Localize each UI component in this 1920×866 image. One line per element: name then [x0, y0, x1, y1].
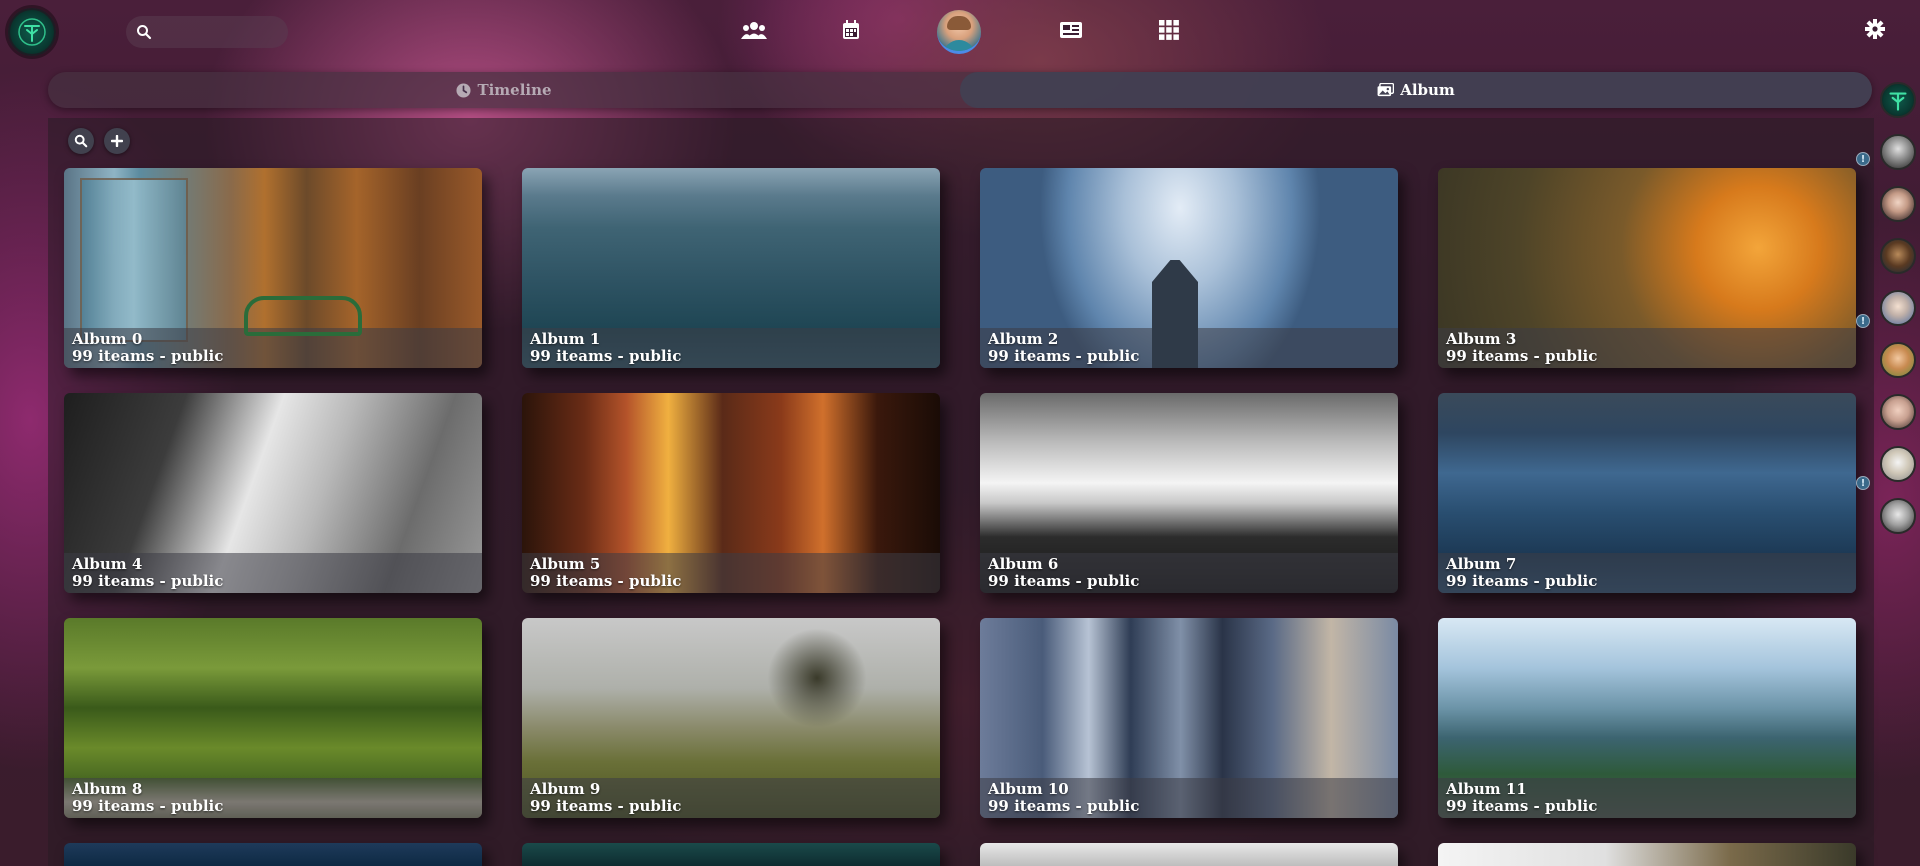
tab-album-label: Album: [1400, 81, 1455, 99]
album-card[interactable]: Album 7 99 iteams - public: [1438, 393, 1856, 593]
album-caption: Album 7 99 iteams - public: [1438, 553, 1856, 593]
album-card[interactable]: Album 8 99 iteams - public: [64, 618, 482, 818]
tab-timeline[interactable]: Timeline: [48, 72, 960, 108]
tree-logo-icon: [1889, 92, 1907, 111]
album-title: Album 1: [530, 330, 601, 348]
users-icon[interactable]: [740, 16, 768, 44]
album-card-partial[interactable]: [1438, 843, 1856, 866]
search-input[interactable]: [160, 24, 280, 40]
album-title: Album 0: [72, 330, 143, 348]
album-caption: Album 2 99 iteams - public: [980, 328, 1398, 368]
album-caption: Album 9 99 iteams - public: [522, 778, 940, 818]
album-meta: 99 iteams - public: [530, 572, 682, 590]
album-card-partial[interactable]: [64, 843, 482, 866]
album-meta: 99 iteams - public: [1446, 797, 1598, 815]
album-title: Album 2: [988, 330, 1059, 348]
contact-avatar[interactable]: [1880, 342, 1916, 378]
album-card[interactable]: Album 0 99 iteams - public: [64, 168, 482, 368]
calendar-icon[interactable]: [837, 16, 865, 44]
global-search[interactable]: [126, 16, 288, 48]
contact-avatar[interactable]: [1880, 446, 1916, 482]
album-meta: 99 iteams - public: [530, 347, 682, 365]
album-meta: 99 iteams - public: [72, 572, 224, 590]
album-title: Album 3: [1446, 330, 1517, 348]
album-search-button[interactable]: [68, 128, 94, 154]
tab-album[interactable]: Album: [960, 72, 1872, 108]
contact-avatar[interactable]: [1880, 134, 1916, 170]
album-card[interactable]: Album 11 99 iteams - public: [1438, 618, 1856, 818]
album-meta: 99 iteams - public: [1446, 572, 1598, 590]
app-logo[interactable]: [8, 8, 56, 56]
contact-avatar[interactable]: [1880, 238, 1916, 274]
notification-badge[interactable]: !: [1856, 314, 1870, 328]
album-caption: Album 4 99 iteams - public: [64, 553, 482, 593]
clock-icon: [456, 82, 471, 98]
newspaper-icon[interactable]: [1057, 16, 1085, 44]
album-meta: 99 iteams - public: [72, 347, 224, 365]
sidebar-logo-avatar[interactable]: [1880, 82, 1916, 118]
contact-avatar[interactable]: [1880, 186, 1916, 222]
album-card-partial[interactable]: [980, 843, 1398, 866]
album-title: Album 8: [72, 780, 143, 798]
notification-badge[interactable]: !: [1856, 476, 1870, 490]
contact-avatar[interactable]: [1880, 290, 1916, 326]
album-card[interactable]: Album 3 99 iteams - public: [1438, 168, 1856, 368]
album-meta: 99 iteams - public: [988, 797, 1140, 815]
album-caption: Album 8 99 iteams - public: [64, 778, 482, 818]
album-caption: Album 6 99 iteams - public: [980, 553, 1398, 593]
album-card[interactable]: Album 5 99 iteams - public: [522, 393, 940, 593]
add-album-button[interactable]: [104, 128, 130, 154]
profile-avatar[interactable]: [937, 10, 981, 54]
contact-avatar[interactable]: [1880, 394, 1916, 430]
view-tabs: Timeline Album: [48, 72, 1872, 108]
album-title: Album 10: [988, 780, 1069, 798]
album-meta: 99 iteams - public: [72, 797, 224, 815]
album-title: Album 6: [988, 555, 1059, 573]
album-meta: 99 iteams - public: [988, 347, 1140, 365]
album-card[interactable]: Album 2 99 iteams - public: [980, 168, 1398, 368]
album-toolbar: [68, 128, 130, 154]
album-meta: 99 iteams - public: [988, 572, 1140, 590]
album-title: Album 11: [1446, 780, 1527, 798]
notification-badge[interactable]: !: [1856, 152, 1870, 166]
album-caption: Album 11 99 iteams - public: [1438, 778, 1856, 818]
album-card-partial[interactable]: [522, 843, 940, 866]
album-card[interactable]: Album 6 99 iteams - public: [980, 393, 1398, 593]
album-caption: Album 5 99 iteams - public: [522, 553, 940, 593]
album-meta: 99 iteams - public: [530, 797, 682, 815]
album-card[interactable]: Album 4 99 iteams - public: [64, 393, 482, 593]
search-icon: [137, 25, 152, 40]
album-title: Album 5: [530, 555, 601, 573]
top-navigation: [0, 0, 1920, 60]
plus-icon: [111, 135, 123, 147]
tree-logo-icon: [18, 18, 46, 46]
contact-avatar[interactable]: [1880, 498, 1916, 534]
tab-timeline-label: Timeline: [477, 81, 552, 99]
album-title: Album 4: [72, 555, 143, 573]
grid-icon[interactable]: [1155, 16, 1183, 44]
images-icon: [1377, 83, 1395, 97]
search-icon: [74, 134, 88, 148]
album-caption: Album 0 99 iteams - public: [64, 328, 482, 368]
album-card[interactable]: Album 10 99 iteams - public: [980, 618, 1398, 818]
album-caption: Album 10 99 iteams - public: [980, 778, 1398, 818]
album-title: Album 9: [530, 780, 601, 798]
album-card[interactable]: Album 9 99 iteams - public: [522, 618, 940, 818]
settings-icon[interactable]: [1864, 18, 1886, 40]
album-title: Album 7: [1446, 555, 1517, 573]
album-card[interactable]: Album 1 99 iteams - public: [522, 168, 940, 368]
album-caption: Album 1 99 iteams - public: [522, 328, 940, 368]
album-meta: 99 iteams - public: [1446, 347, 1598, 365]
album-caption: Album 3 99 iteams - public: [1438, 328, 1856, 368]
